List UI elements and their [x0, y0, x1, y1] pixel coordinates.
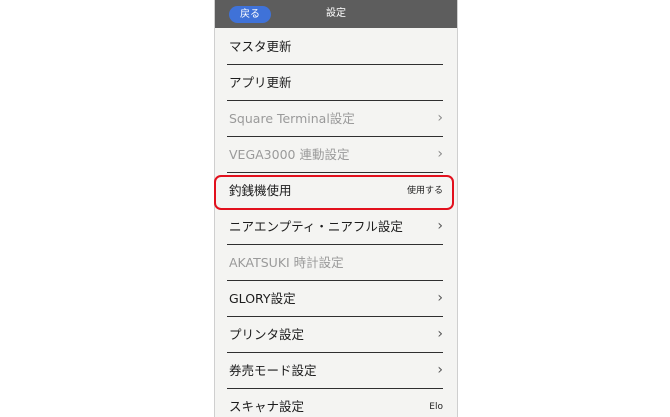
settings-item-glory[interactable]: GLORY設定 › [227, 280, 443, 317]
settings-item-app-update[interactable]: アプリ更新 [227, 64, 443, 101]
settings-item-value: Elo [429, 402, 443, 412]
chevron-right-icon: › [437, 110, 443, 126]
settings-item-label: アプリ更新 [229, 75, 292, 90]
settings-item-printer[interactable]: プリンタ設定 › [227, 316, 443, 353]
settings-item-ticket-mode[interactable]: 券売モード設定 › [227, 352, 443, 389]
highlight-box [214, 175, 454, 210]
chevron-right-icon: › [437, 326, 443, 342]
settings-item-scanner[interactable]: スキャナ設定 Elo [227, 388, 443, 417]
settings-item-label: プリンタ設定 [229, 327, 305, 342]
settings-item-label: Square Terminal設定 [229, 111, 355, 126]
settings-item-master-update[interactable]: マスタ更新 [227, 28, 443, 65]
settings-item-label: VEGA3000 連動設定 [229, 147, 350, 162]
settings-item-label: マスタ更新 [229, 39, 292, 54]
settings-item-label: AKATSUKI 時計設定 [229, 255, 344, 270]
chevron-right-icon: › [437, 290, 443, 306]
header-bar: 設定 戻る [215, 0, 457, 28]
settings-item-vega3000[interactable]: VEGA3000 連動設定 › [227, 136, 443, 173]
settings-item-label: ニアエンプティ・ニアフル設定 [229, 219, 403, 234]
back-button[interactable]: 戻る [229, 6, 271, 23]
settings-item-akatsuki-clock[interactable]: AKATSUKI 時計設定 [227, 244, 443, 281]
settings-item-square-terminal[interactable]: Square Terminal設定 › [227, 100, 443, 137]
settings-item-label: GLORY設定 [229, 291, 296, 306]
chevron-right-icon: › [437, 218, 443, 234]
chevron-right-icon: › [437, 146, 443, 162]
settings-item-label: スキャナ設定 [229, 399, 305, 414]
settings-item-label: 券売モード設定 [229, 363, 317, 378]
settings-item-near-empty-full[interactable]: ニアエンプティ・ニアフル設定 › [227, 208, 443, 245]
chevron-right-icon: › [437, 362, 443, 378]
